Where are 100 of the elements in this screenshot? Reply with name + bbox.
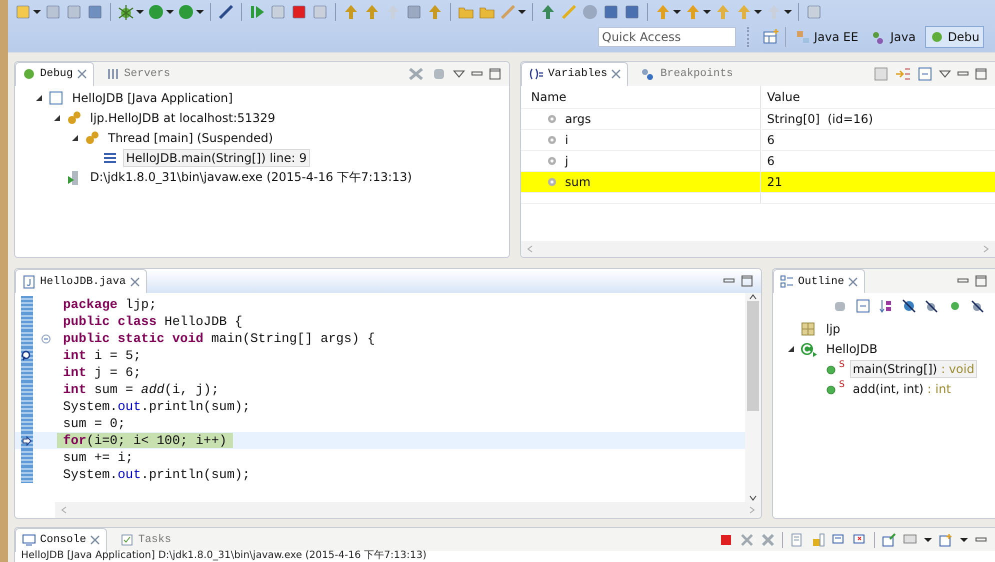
maximize-icon[interactable] bbox=[975, 68, 987, 80]
variables-icon bbox=[528, 67, 544, 82]
variable-value: String[0] (id=16) bbox=[766, 110, 874, 128]
remove-all-icon[interactable] bbox=[761, 532, 775, 547]
close-icon[interactable] bbox=[90, 535, 100, 546]
scroll-left-icon[interactable] bbox=[527, 245, 533, 254]
view-menu-icon[interactable] bbox=[453, 68, 465, 80]
code-line: int j = 6; bbox=[15, 364, 745, 382]
tree-item[interactable]: add(int, int) : int bbox=[850, 380, 954, 398]
code-line: int sum = add(i, j); bbox=[15, 381, 745, 398]
gears-icon bbox=[66, 110, 82, 126]
quick-access-field[interactable]: Quick Access bbox=[598, 27, 736, 47]
view-tab[interactable]: Debug bbox=[15, 62, 94, 86]
hide-fields-icon[interactable] bbox=[902, 299, 916, 314]
code-line: package ljp; bbox=[15, 296, 745, 314]
annotation-ruler bbox=[21, 364, 33, 382]
annotation-ruler bbox=[21, 415, 33, 432]
close-icon[interactable] bbox=[611, 69, 622, 80]
static-marker: S bbox=[839, 360, 845, 370]
horizontal-scrollbar[interactable] bbox=[521, 241, 995, 258]
variable-value: 6 bbox=[766, 132, 776, 149]
view-tab[interactable]: Breakpoints bbox=[634, 62, 740, 86]
editor-tab[interactable]: HelloJDB.java bbox=[15, 269, 147, 294]
view-tab[interactable]: Variables bbox=[521, 62, 628, 86]
java-file-icon bbox=[22, 274, 36, 289]
tree-item[interactable]: HelloJDB [Java Application] bbox=[69, 88, 236, 107]
breakpoint-icon[interactable] bbox=[21, 350, 33, 362]
close-icon[interactable] bbox=[130, 276, 140, 287]
remove-icon[interactable] bbox=[740, 532, 754, 547]
hide-static-icon[interactable] bbox=[925, 299, 939, 314]
annotation-ruler bbox=[21, 313, 33, 330]
terminate-icon[interactable] bbox=[719, 532, 733, 547]
code-line: System.out.println(sum); bbox=[15, 398, 745, 416]
static-marker: S bbox=[839, 380, 845, 390]
column-header[interactable]: Name bbox=[521, 86, 761, 108]
view-menu-icon[interactable] bbox=[939, 68, 951, 80]
tree-toggle-icon[interactable] bbox=[71, 134, 79, 142]
tree-item[interactable]: ljp.HelloJDB at localhost:51329 bbox=[87, 108, 278, 127]
maximize-icon[interactable] bbox=[975, 275, 987, 288]
tree-toggle-icon[interactable] bbox=[35, 94, 43, 102]
resume-icon[interactable] bbox=[248, 3, 266, 21]
variable-value: 21 bbox=[766, 174, 784, 191]
variable-row[interactable]: args String[0] (id=16) bbox=[521, 108, 995, 130]
tree-item[interactable]: D:\jdk1.8.0_31\bin\javaw.exe (2015-4-16 下午7:13:13) bbox=[87, 167, 415, 188]
scroll-right-icon[interactable] bbox=[983, 245, 989, 254]
variable-row[interactable]: sum 21 bbox=[521, 172, 995, 193]
perspective-button[interactable]: Java EE bbox=[791, 26, 862, 48]
horizontal-scrollbar[interactable] bbox=[55, 502, 761, 518]
close-icon[interactable] bbox=[77, 69, 88, 80]
variable-name: j bbox=[565, 154, 568, 168]
monitor-icon bbox=[22, 533, 36, 548]
vertical-scrollbar[interactable] bbox=[745, 293, 761, 502]
view-tab[interactable]: Servers bbox=[100, 62, 176, 86]
scroll-right-icon[interactable] bbox=[749, 506, 755, 514]
perspective-button[interactable]: Java bbox=[867, 26, 920, 48]
variable-row[interactable]: i 6 bbox=[521, 130, 995, 151]
arrow-icon bbox=[22, 436, 32, 446]
gears-icon bbox=[84, 130, 100, 146]
logical-structure-icon[interactable] bbox=[895, 66, 911, 82]
annotation-ruler bbox=[21, 398, 33, 416]
terminate-icon[interactable] bbox=[290, 3, 308, 21]
collapse-all-icon[interactable] bbox=[856, 299, 870, 314]
code-line: sum = 0; bbox=[15, 415, 745, 432]
collapse-all-icon[interactable] bbox=[917, 66, 933, 82]
close-icon[interactable] bbox=[848, 276, 858, 287]
clear-console-icon[interactable] bbox=[790, 532, 804, 547]
tree-item[interactable]: main(String[]) : void bbox=[850, 360, 978, 378]
scroll-down-icon[interactable] bbox=[749, 494, 757, 502]
perspective-button[interactable]: Debu bbox=[924, 26, 984, 48]
code-line: int i = 5; bbox=[15, 347, 745, 364]
code-line: public static void main(String[] args) { bbox=[15, 330, 745, 348]
tree-item[interactable]: Thread [main] (Suspended) bbox=[105, 128, 276, 147]
tasks-icon bbox=[120, 532, 134, 547]
fold-icon[interactable] bbox=[41, 334, 51, 344]
sort-icon[interactable] bbox=[879, 299, 893, 314]
variable-name: i bbox=[565, 132, 568, 147]
tree-toggle-icon[interactable] bbox=[53, 114, 61, 122]
local-variable-icon bbox=[547, 176, 557, 187]
console-output: HelloJDB [Java Application] D:\jdk1.8.0_31\bin\javaw.exe (2015-4-16 下午7:13:13) bbox=[20, 551, 428, 562]
maximize-icon[interactable] bbox=[489, 68, 501, 80]
annotation-ruler bbox=[21, 449, 33, 466]
scroll-up-icon[interactable] bbox=[749, 293, 757, 302]
tree-item[interactable]: ljp bbox=[823, 320, 844, 338]
tree-item[interactable]: HelloJDB bbox=[823, 340, 880, 358]
tree-item[interactable]: HelloJDB.main(String[]) line: 9 bbox=[123, 148, 310, 167]
local-variable-icon bbox=[547, 134, 557, 145]
hide-local-types-icon[interactable] bbox=[971, 299, 985, 314]
annotation-ruler bbox=[21, 330, 33, 348]
column-header[interactable]: Value bbox=[761, 86, 995, 108]
remove-all-icon[interactable] bbox=[407, 66, 425, 82]
open-perspective-icon[interactable] bbox=[762, 28, 780, 46]
annotation-ruler bbox=[21, 466, 33, 484]
class-icon bbox=[800, 341, 818, 358]
variable-value: 6 bbox=[766, 152, 776, 170]
new-console-icon[interactable] bbox=[939, 532, 953, 547]
java-app-icon bbox=[48, 90, 64, 106]
scroll-left-icon[interactable] bbox=[61, 506, 67, 514]
tree-toggle-icon[interactable] bbox=[787, 345, 795, 354]
maximize-icon[interactable] bbox=[741, 275, 753, 288]
view-tab[interactable]: Outline bbox=[773, 269, 866, 294]
